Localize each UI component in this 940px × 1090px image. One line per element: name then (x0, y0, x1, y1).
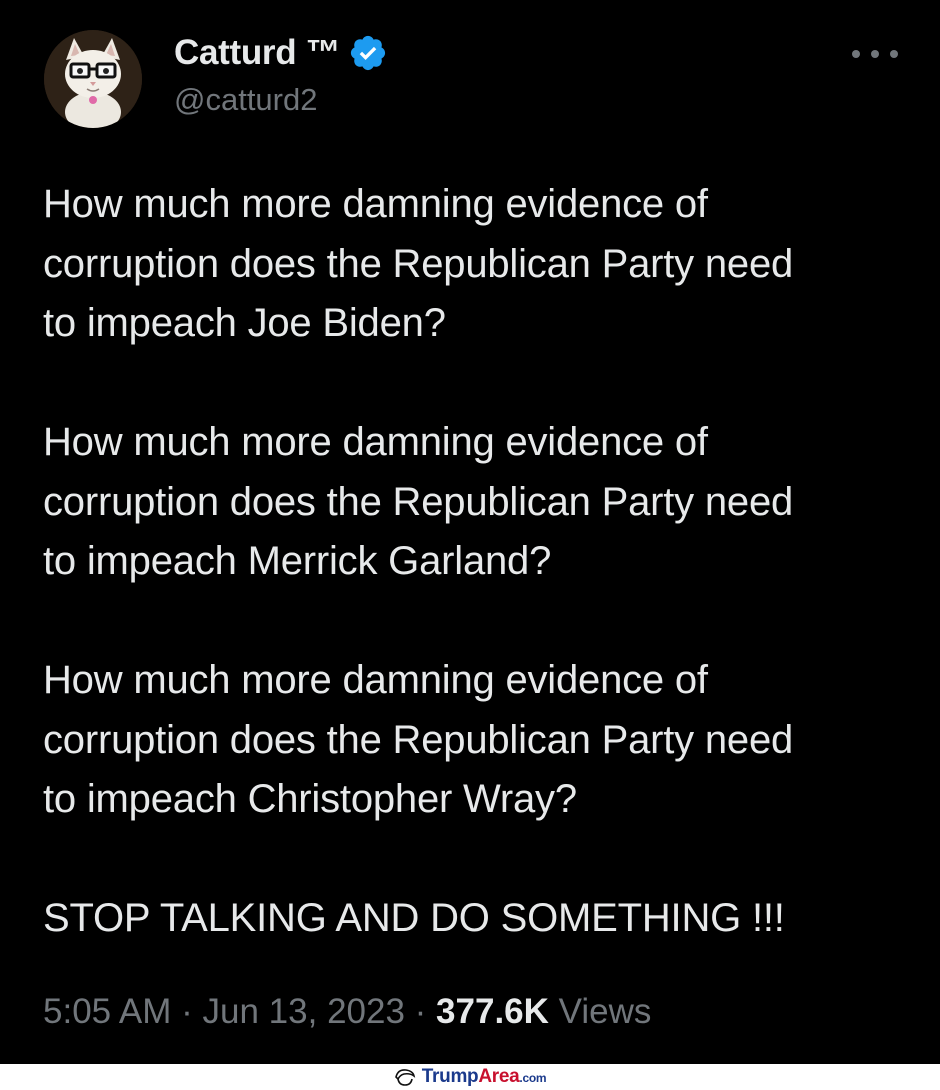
user-handle[interactable]: @catturd2 (174, 82, 317, 118)
tweet-paragraph: How much more damning evidence of corrup… (43, 420, 794, 583)
tweet-metadata: 5:05 AM · Jun 13, 2023 · 377.6K Views (43, 992, 651, 1032)
watermark-part-tld: .com (519, 1071, 547, 1085)
watermark: TrumpArea.com (0, 1064, 940, 1090)
tweet-time[interactable]: 5:05 AM (43, 992, 171, 1031)
cat-with-glasses-avatar-image (44, 30, 142, 128)
tweet-paragraph: How much more damning evidence of corrup… (43, 182, 794, 345)
tweet-text: How much more damning evidence of corrup… (43, 175, 913, 949)
watermark-part-area: Area (478, 1066, 520, 1087)
more-dot (852, 50, 860, 58)
display-name[interactable]: Catturd ™ (174, 33, 341, 73)
tweet-paragraph: How much more damning evidence of corrup… (43, 658, 794, 821)
watermark-text: TrumpArea.com (421, 1066, 547, 1088)
author-name-row: Catturd ™ (174, 30, 388, 76)
avatar[interactable] (44, 30, 142, 128)
tweet-paragraph: STOP TALKING AND DO SOMETHING !!! (43, 896, 785, 940)
meta-separator: · (171, 992, 203, 1031)
trump-hair-logo-icon (394, 1069, 415, 1086)
more-dot (890, 50, 898, 58)
meta-separator: · (404, 992, 437, 1031)
views-label: Views (558, 992, 652, 1031)
more-options-icon[interactable] (852, 44, 898, 64)
tweet-date[interactable]: Jun 13, 2023 (203, 992, 405, 1031)
views-count[interactable]: 377.6K (436, 992, 549, 1031)
tweet-card: Catturd ™ @catturd2 How much more damnin… (0, 0, 940, 1064)
verified-badge-icon[interactable] (348, 33, 388, 73)
watermark-part-trump: Trump (421, 1066, 479, 1087)
more-dot (871, 50, 879, 58)
